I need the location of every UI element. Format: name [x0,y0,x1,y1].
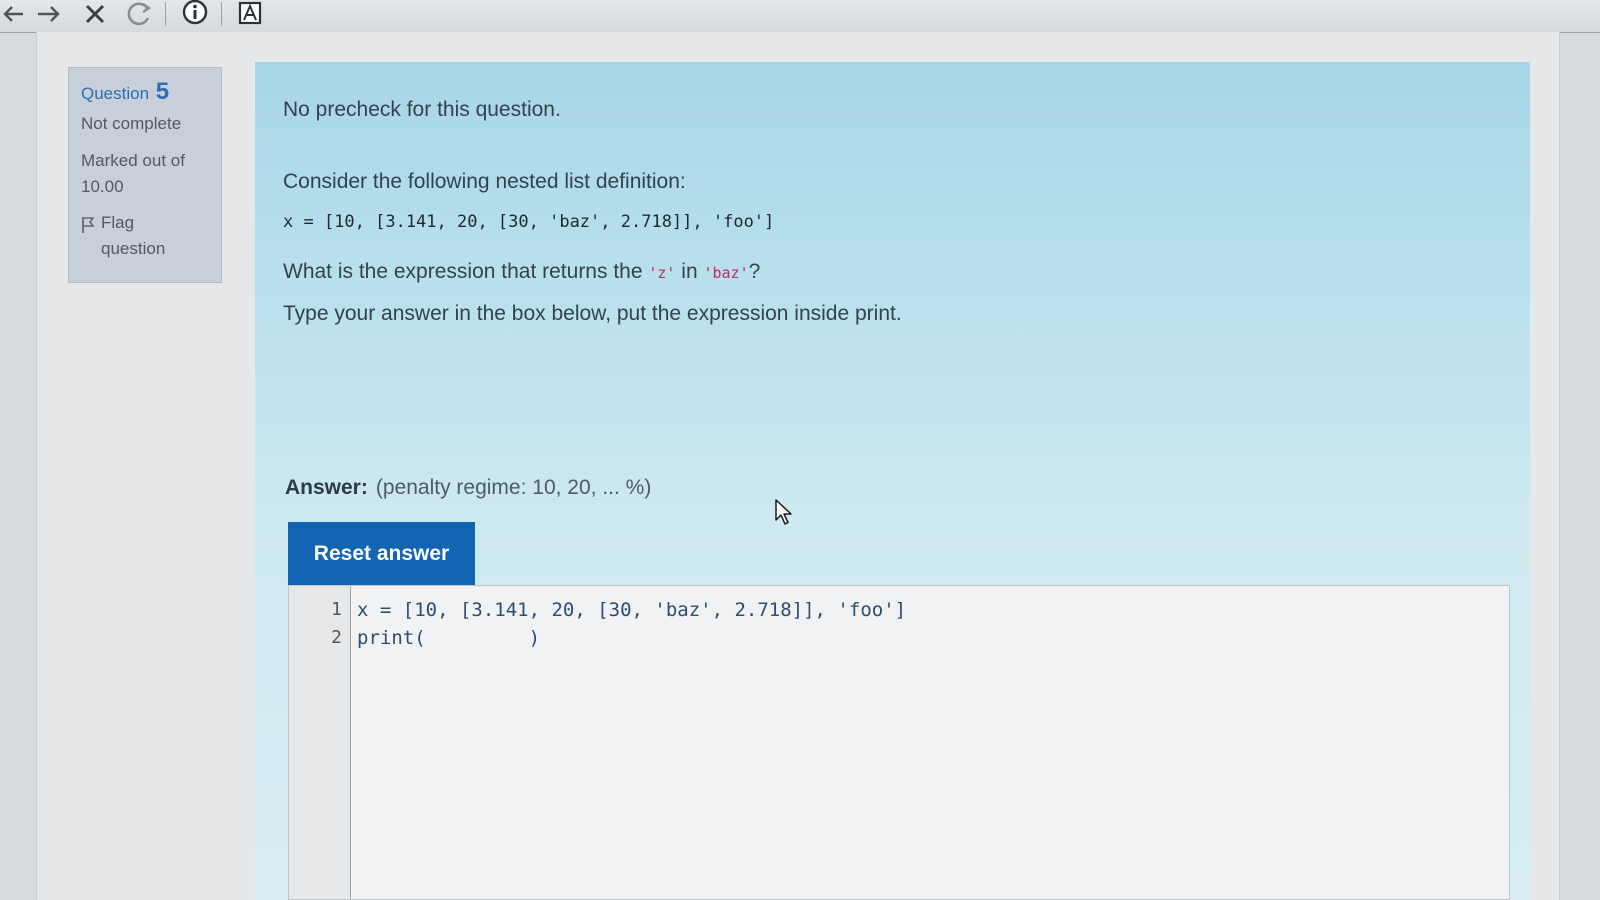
close-icon[interactable] [80,0,110,28]
question-grade: Marked out of 10.00 [81,148,209,200]
info-icon[interactable] [178,0,212,28]
answer-label: Answer: [285,476,368,499]
arrow-left-icon[interactable] [0,0,26,28]
flag-icon [81,210,101,242]
flag-label-line2: question [101,239,166,258]
mouse-pointer-icon [774,498,794,531]
question-info-panel: Question 5 Not complete Marked out of 10… [68,67,222,283]
line-number: 1 [331,599,342,620]
prompt-text-mid: in [675,260,704,283]
answer-header: Answer: (penalty regime: 10, 20, ... %) [285,476,651,500]
line-number: 2 [331,627,342,648]
reload-icon[interactable] [122,0,156,28]
grade-value: 10.00 [81,177,124,196]
penalty-regime: (penalty regime: 10, 20, ... %) [375,476,652,499]
inline-code-baz: 'baz' [703,264,749,282]
question-label: Question [81,84,150,103]
code-editor[interactable]: 1 2 x = [10, [3.141, 20, [30, 'baz', 2.7… [288,585,1510,900]
code-definition: x = [10, [3.141, 20, [30, 'baz', 2.718]]… [283,212,775,232]
question-state: Not complete [81,114,182,133]
flag-label: Flag [101,213,135,232]
grade-label: Marked out of [81,151,185,170]
question-text-intro: Consider the following nested list defin… [283,170,686,193]
editor-gutter: 1 2 [289,586,351,899]
prompt-text: What is the expression that returns the [283,260,649,283]
code-line[interactable]: print( ) [357,624,906,652]
prompt-text-suffix: ? [748,260,761,283]
flag-question-button[interactable]: Flag question [81,210,209,262]
code-line[interactable]: x = [10, [3.141, 20, [30, 'baz', 2.718]]… [357,596,906,624]
precheck-notice: No precheck for this question. [283,98,561,121]
toolbar-separator [221,2,222,26]
question-text-prompt: What is the expression that returns the … [283,260,760,284]
reset-answer-button[interactable]: Reset answer [288,522,475,586]
question-number: Question 5 [81,78,209,106]
browser-toolbar [0,0,1600,33]
arrow-right-icon[interactable] [34,0,64,28]
editor-code-area[interactable]: x = [10, [3.141, 20, [30, 'baz', 2.718]]… [357,596,906,652]
question-instruction: Type your answer in the box below, put t… [283,302,902,325]
toolbar-separator [165,2,166,26]
question-number-value: 5 [155,78,170,105]
reader-mode-icon[interactable] [235,0,265,28]
inline-code-z: 'z' [648,264,676,282]
